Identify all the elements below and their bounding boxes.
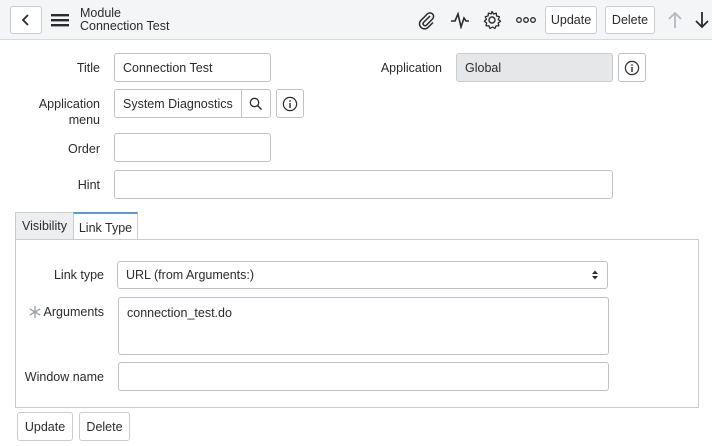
back-button[interactable] [10,6,42,34]
title-input[interactable]: Connection Test [114,53,271,82]
more-options-icon[interactable] [513,8,539,32]
application-menu-lookup-button[interactable] [241,89,271,118]
info-icon [282,96,298,111]
link-type-selected-value: URL (from Arguments:) [126,268,255,282]
application-menu-label-line2: menu [68,113,100,127]
hamburger-menu-icon[interactable] [49,11,71,29]
link-type-select[interactable]: URL (from Arguments:) [117,261,608,289]
footer-delete-button[interactable]: Delete [79,412,130,441]
tab-link-type[interactable]: Link Type [73,212,138,241]
info-icon [624,60,640,75]
form-header: Module Connection Test Update Delete [0,0,712,40]
arguments-label: Arguments [43,305,104,319]
activity-pulse-icon[interactable] [448,8,472,32]
search-icon [249,97,262,110]
tab-visibility[interactable]: Visibility [15,212,74,240]
header-delete-button[interactable]: Delete [605,6,655,34]
application-menu-label-line1: Application [38,97,100,111]
application-info-button[interactable] [618,53,646,82]
application-menu-input[interactable]: System Diagnostics [114,89,242,118]
header-update-button[interactable]: Update [545,6,597,34]
chevron-left-icon [21,14,29,26]
record-type-label: Module [80,6,121,20]
application-field: Global [456,53,613,82]
order-input[interactable] [114,133,271,162]
window-name-label: Window name [24,370,104,384]
application-menu-info-button[interactable] [276,89,304,118]
order-label: Order [68,142,100,156]
link-type-label: Link type [53,268,104,282]
arguments-textarea[interactable]: connection_test.do [118,297,609,355]
hint-label: Hint [77,178,100,192]
footer-update-button[interactable]: Update [17,412,73,441]
page-title: Connection Test [80,19,170,33]
application-label: Application [380,61,442,75]
arrow-up-icon[interactable] [664,8,686,32]
gear-icon[interactable] [480,8,504,32]
title-label: Title [76,61,100,75]
paperclip-icon[interactable] [414,8,438,32]
arrow-down-icon[interactable] [692,8,712,32]
select-arrows-icon [592,270,598,280]
hint-input[interactable] [114,170,613,199]
arguments-value: connection_test.do [127,306,232,320]
window-name-input[interactable] [118,362,609,391]
